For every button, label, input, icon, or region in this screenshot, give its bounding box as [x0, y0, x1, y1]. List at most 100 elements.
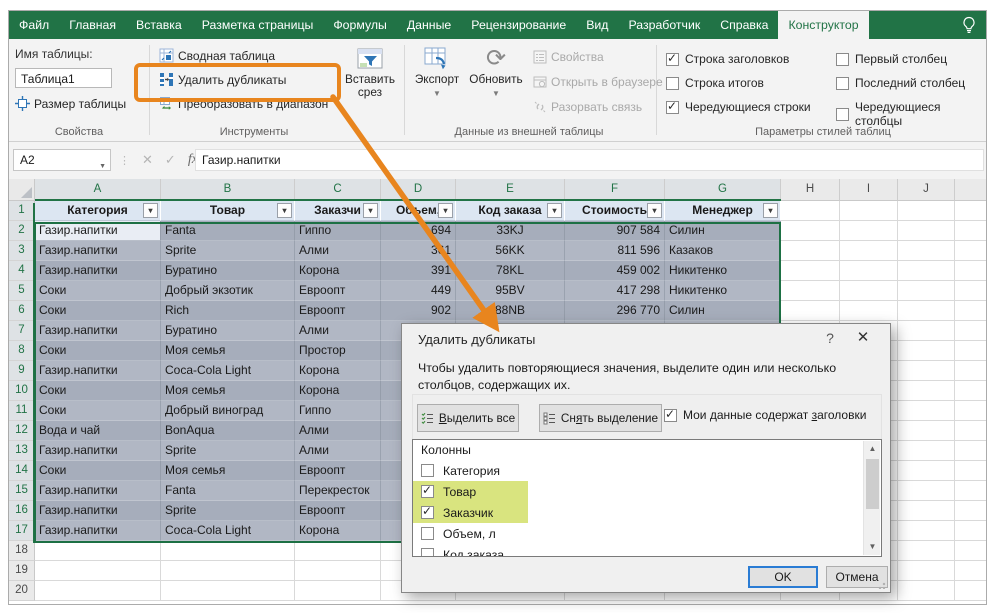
table-header-cell[interactable]: Код заказа — [456, 201, 565, 221]
data-cell[interactable]: Евроопт — [295, 301, 381, 321]
row-number-14[interactable]: 14 — [9, 461, 35, 481]
name-box[interactable]: A2 ▼ — [13, 149, 111, 171]
empty-cell[interactable] — [955, 281, 986, 301]
empty-cell[interactable] — [955, 361, 986, 381]
row-number-18[interactable]: 18 — [9, 541, 35, 561]
data-cell[interactable]: 296 770 — [565, 301, 665, 321]
empty-cell[interactable] — [898, 221, 955, 241]
empty-cell[interactable] — [955, 501, 986, 521]
column-header-B[interactable]: B — [161, 179, 295, 201]
dialog-column-item-4[interactable]: Код заказа — [413, 544, 881, 557]
data-cell[interactable]: Газир.напитки — [35, 441, 161, 461]
data-cell[interactable]: Coca-Cola Light — [161, 521, 295, 541]
data-cell[interactable]: Алми — [295, 241, 381, 261]
data-cell[interactable]: Гиппо — [295, 221, 381, 241]
data-cell[interactable]: Моя семья — [161, 381, 295, 401]
filter-dropdown-icon[interactable] — [547, 203, 562, 218]
data-cell[interactable]: Никитенко — [665, 261, 781, 281]
table-header-cell[interactable]: Менеджер — [665, 201, 781, 221]
table-header-cell[interactable]: Товар — [161, 201, 295, 221]
ok-button[interactable]: OK — [748, 566, 818, 588]
dialog-column-item-2[interactable]: Заказчик — [413, 502, 881, 523]
empty-cell[interactable] — [840, 221, 898, 241]
confirm-entry-icon[interactable]: ✓ — [165, 152, 176, 168]
filter-dropdown-icon[interactable] — [363, 203, 378, 218]
row-number-3[interactable]: 3 — [9, 241, 35, 261]
empty-cell[interactable] — [35, 541, 161, 561]
data-cell[interactable]: Вода и чай — [35, 421, 161, 441]
data-cell[interactable]: Газир.напитки — [35, 521, 161, 541]
dialog-close-icon[interactable]: ✕ — [850, 327, 876, 349]
empty-cell[interactable] — [955, 561, 986, 581]
style-option-2[interactable]: Чередующиеся строки — [666, 100, 811, 114]
row-number-13[interactable]: 13 — [9, 441, 35, 461]
ribbon-tab-0[interactable]: Файл — [9, 11, 59, 39]
empty-cell[interactable] — [955, 461, 986, 481]
row-number-9[interactable]: 9 — [9, 361, 35, 381]
empty-cell[interactable] — [898, 461, 955, 481]
listbox-scrollbar[interactable]: ▲ ▼ — [863, 441, 880, 555]
row-number-5[interactable]: 5 — [9, 281, 35, 301]
filter-dropdown-icon[interactable] — [647, 203, 662, 218]
data-cell[interactable]: Корона — [295, 361, 381, 381]
formula-input[interactable]: Газир.напитки — [195, 149, 984, 171]
data-cell[interactable]: Перекресток — [295, 481, 381, 501]
empty-cell[interactable] — [898, 401, 955, 421]
column-header-J[interactable]: J — [898, 179, 955, 201]
empty-cell[interactable] — [955, 201, 986, 221]
select-all-button[interactable]: Выделить все — [417, 404, 519, 432]
row-number-11[interactable]: 11 — [9, 401, 35, 421]
data-cell[interactable]: Гиппо — [295, 401, 381, 421]
row-number-2[interactable]: 2 — [9, 221, 35, 241]
empty-cell[interactable] — [955, 321, 986, 341]
data-cell[interactable]: Газир.напитки — [35, 361, 161, 381]
data-cell[interactable]: Sprite — [161, 441, 295, 461]
data-cell[interactable]: Соки — [35, 401, 161, 421]
data-cell[interactable]: Буратино — [161, 321, 295, 341]
data-cell[interactable]: Моя семья — [161, 461, 295, 481]
data-cell[interactable]: Евроопт — [295, 461, 381, 481]
data-cell[interactable]: Соки — [35, 281, 161, 301]
empty-cell[interactable] — [781, 261, 840, 281]
name-box-divider[interactable]: ⋮ — [119, 154, 130, 167]
name-box-dropdown-icon[interactable]: ▼ — [99, 157, 106, 177]
my-data-has-headers-checkbox[interactable]: Мои данные содержат заголовки — [664, 408, 866, 422]
checkbox-icon[interactable] — [421, 464, 434, 477]
checkbox-icon[interactable] — [421, 548, 434, 557]
row-number-8[interactable]: 8 — [9, 341, 35, 361]
data-cell[interactable]: 902 — [381, 301, 456, 321]
table-name-input[interactable]: Таблица1 — [15, 68, 112, 88]
empty-cell[interactable] — [898, 261, 955, 281]
dialog-help-button[interactable]: ? — [820, 330, 840, 346]
data-cell[interactable]: 56KK — [456, 241, 565, 261]
data-cell[interactable]: Sprite — [161, 501, 295, 521]
data-cell[interactable]: Соки — [35, 301, 161, 321]
empty-cell[interactable] — [898, 481, 955, 501]
ribbon-tab-10[interactable]: Конструктор — [778, 11, 868, 39]
empty-cell[interactable] — [898, 441, 955, 461]
empty-cell[interactable] — [955, 241, 986, 261]
empty-cell[interactable] — [898, 281, 955, 301]
empty-cell[interactable] — [898, 361, 955, 381]
data-cell[interactable]: Никитенко — [665, 281, 781, 301]
data-cell[interactable]: Rich — [161, 301, 295, 321]
data-cell[interactable]: Газир.напитки — [35, 221, 161, 241]
row-number-17[interactable]: 17 — [9, 521, 35, 541]
empty-cell[interactable] — [955, 481, 986, 501]
data-cell[interactable]: 907 584 — [565, 221, 665, 241]
empty-cell[interactable] — [898, 201, 955, 221]
style-option-0[interactable]: Строка заголовков — [666, 52, 789, 66]
empty-cell[interactable] — [161, 561, 295, 581]
filter-dropdown-icon[interactable] — [143, 203, 158, 218]
empty-cell[interactable] — [955, 441, 986, 461]
open-in-browser-button[interactable]: Открыть в браузере — [533, 75, 663, 89]
row-number-1[interactable]: 1 — [9, 201, 35, 221]
style-option-1[interactable]: Строка итогов — [666, 76, 764, 90]
empty-cell[interactable] — [955, 341, 986, 361]
ribbon-tab-8[interactable]: Разработчик — [618, 11, 710, 39]
data-cell[interactable]: Простор — [295, 341, 381, 361]
data-cell[interactable]: Моя семья — [161, 341, 295, 361]
dialog-column-item-3[interactable]: Объем, л — [413, 523, 881, 544]
empty-cell[interactable] — [898, 421, 955, 441]
empty-cell[interactable] — [295, 541, 381, 561]
